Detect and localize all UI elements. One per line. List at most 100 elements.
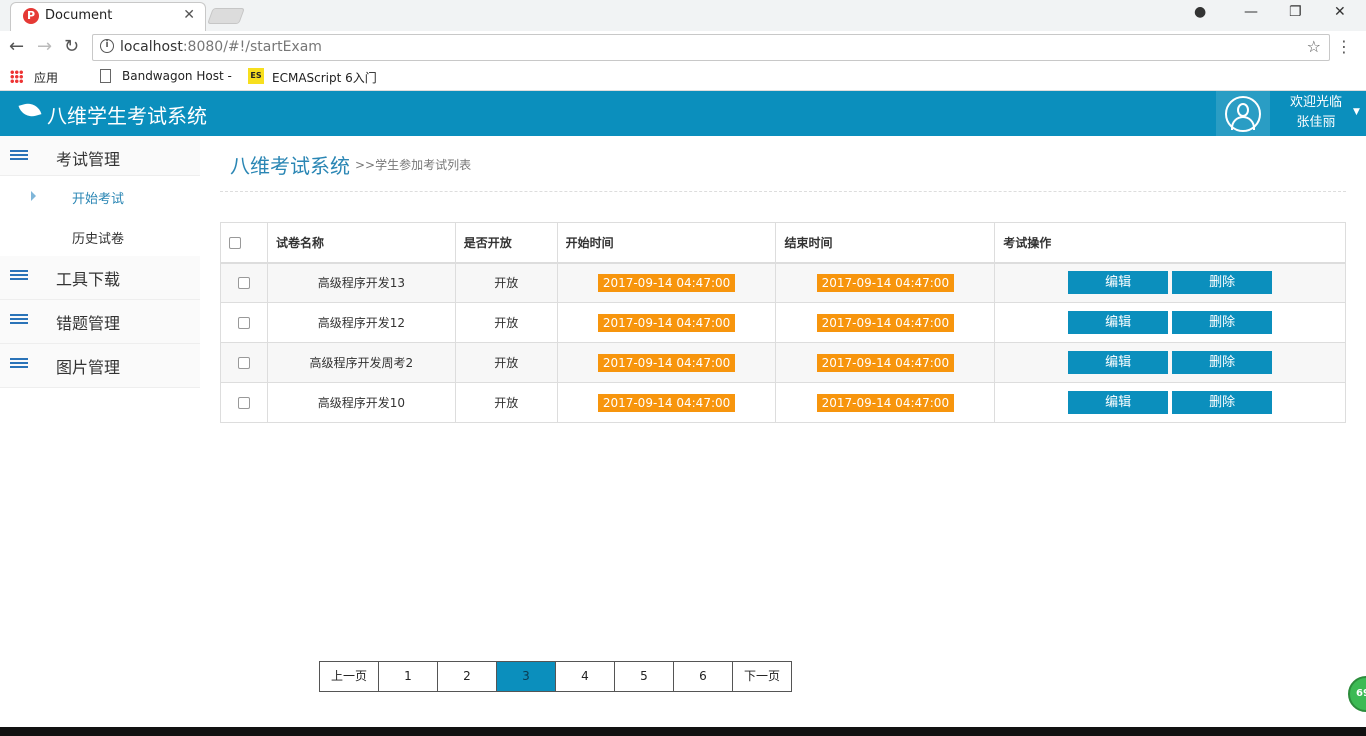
start-time-badge: 2017-09-14 04:47:00 [597, 393, 736, 412]
page-button-4[interactable]: 4 [555, 661, 615, 692]
active-arrow-icon [31, 191, 36, 201]
floating-badge[interactable]: 69 [1348, 676, 1366, 712]
page-button-6[interactable]: 6 [673, 661, 733, 692]
delete-button[interactable]: 删除 [1172, 271, 1273, 295]
address-bar[interactable]: i localhost:8080/#!/startExam ☆ [92, 34, 1330, 61]
open-status: 开放 [454, 382, 558, 423]
browser-toolbar: ← → ↻ i localhost:8080/#!/startExam ☆ ⋮ [0, 31, 1366, 63]
table-row: 高级程序开发13 开放 2017-09-14 04:47:00 2017-09-… [220, 262, 1346, 303]
end-time-badge: 2017-09-14 04:47:00 [816, 393, 955, 412]
prev-page-button[interactable]: 上一页 [319, 661, 379, 692]
delete-button[interactable]: 删除 [1172, 351, 1273, 374]
avatar-body [1231, 116, 1255, 130]
sidebar-item-tools[interactable]: 工具下载 [0, 256, 200, 300]
end-time-cell: 2017-09-14 04:47:00 [775, 262, 996, 303]
table-row: 高级程序开发10 开放 2017-09-14 04:47:00 2017-09-… [220, 382, 1346, 423]
row-checkbox[interactable] [237, 357, 250, 369]
pagination: 上一页 1 2 3 4 5 6 下一页 [319, 661, 792, 692]
page-button-3[interactable]: 3 [496, 661, 556, 692]
app-title: 八维学生考试系统 [47, 104, 207, 128]
list-icon [10, 314, 28, 326]
open-status: 开放 [454, 302, 558, 343]
forward-arrow-icon[interactable]: → [37, 36, 52, 57]
column-header: 考试操作 [994, 222, 1346, 264]
avatar[interactable] [1216, 91, 1270, 136]
address-url[interactable]: localhost:8080/#!/startExam [120, 39, 322, 55]
page-button-1[interactable]: 1 [378, 661, 438, 692]
sidebar-item-label: 工具下载 [56, 270, 121, 289]
tab-title: Document [45, 8, 113, 23]
select-all-checkbox[interactable] [229, 236, 241, 249]
page-button-2[interactable]: 2 [437, 661, 497, 692]
edit-button[interactable]: 编辑 [1068, 351, 1169, 374]
page-title: 八维考试系统 [230, 154, 350, 178]
sidebar-subitem-label: 历史试卷 [72, 232, 125, 247]
table-row: 高级程序开发12 开放 2017-09-14 04:47:00 2017-09-… [220, 302, 1346, 343]
divider [220, 191, 1346, 192]
row-checkbox[interactable] [237, 317, 250, 329]
bookmark-apps[interactable]: 应用 [34, 69, 58, 86]
next-page-button[interactable]: 下一页 [732, 661, 792, 692]
start-time-cell: 2017-09-14 04:47:00 [556, 382, 777, 423]
bookmark-bandwagon[interactable]: Bandwagon Host - [122, 69, 232, 83]
new-tab-button[interactable] [207, 8, 245, 24]
profile-icon[interactable]: ● [1194, 4, 1206, 20]
delete-button[interactable]: 删除 [1172, 391, 1273, 414]
sidebar-item-images[interactable]: 图片管理 [0, 344, 200, 388]
site-info-icon[interactable]: i [100, 39, 114, 53]
sidebar-item-label: 错题管理 [56, 314, 121, 333]
minimize-icon[interactable]: — [1244, 4, 1258, 20]
exam-name-link[interactable]: 高级程序开发12 [266, 302, 456, 343]
back-arrow-icon[interactable]: ← [9, 36, 24, 57]
window-close-icon[interactable]: ✕ [1334, 4, 1346, 20]
row-checkbox[interactable] [237, 397, 250, 409]
exam-name-link[interactable]: 高级程序开发13 [266, 262, 456, 303]
column-header: 结束时间 [775, 222, 996, 264]
caret-down-icon[interactable]: ▼ [1353, 107, 1360, 117]
end-time-cell: 2017-09-14 04:47:00 [775, 382, 996, 423]
restore-icon[interactable]: ❐ [1289, 4, 1302, 20]
tab-close-icon[interactable]: ✕ [183, 7, 195, 23]
sidebar-subitem-start-exam[interactable]: 开始考试 [0, 176, 200, 216]
start-time-cell: 2017-09-14 04:47:00 [556, 342, 777, 383]
user-greeting[interactable]: 欢迎光临 张佳丽 [1280, 93, 1352, 133]
edit-button[interactable]: 编辑 [1068, 271, 1169, 295]
column-header: 开始时间 [556, 222, 777, 264]
edit-button[interactable]: 编辑 [1068, 391, 1169, 414]
sidebar-item-label: 图片管理 [56, 358, 121, 377]
sidebar-item-mistakes[interactable]: 错题管理 [0, 300, 200, 344]
sidebar-item-exam-management[interactable]: 考试管理 [0, 136, 200, 176]
url-host: localhost [120, 39, 183, 55]
row-checkbox[interactable] [237, 277, 250, 290]
end-time-badge: 2017-09-14 04:47:00 [816, 313, 955, 332]
start-time-cell: 2017-09-14 04:47:00 [556, 302, 777, 343]
avatar-head [1237, 103, 1249, 117]
column-header: 试卷名称 [266, 222, 456, 264]
delete-button[interactable]: 删除 [1172, 311, 1273, 334]
ops-cell: 编辑 删除 [994, 342, 1346, 383]
exam-name-link[interactable]: 高级程序开发10 [266, 382, 456, 423]
start-time-badge: 2017-09-14 04:47:00 [597, 353, 736, 372]
ops-cell: 编辑 删除 [994, 302, 1346, 343]
column-header: 是否开放 [454, 222, 558, 264]
row-select-cell [220, 262, 268, 303]
list-icon [10, 270, 28, 282]
bookmark-star-icon[interactable]: ☆ [1307, 37, 1321, 56]
bookmark-ecmascript[interactable]: ECMAScript 6入门 [272, 69, 377, 86]
start-time-badge: 2017-09-14 04:47:00 [597, 313, 736, 332]
end-time-cell: 2017-09-14 04:47:00 [775, 342, 996, 383]
apps-grid-icon[interactable] [10, 70, 23, 83]
tab-favicon-icon: P [23, 8, 39, 24]
reload-icon[interactable]: ↻ [64, 36, 79, 57]
bookmarks-bar: 应用 Bandwagon Host - ES ECMAScript 6入门 [0, 63, 1366, 91]
breadcrumb: >>学生参加考试列表 [355, 158, 472, 172]
browser-menu-icon[interactable]: ⋮ [1336, 37, 1352, 56]
open-status: 开放 [454, 342, 558, 383]
edit-button[interactable]: 编辑 [1068, 311, 1169, 334]
leaf-logo-icon [18, 100, 42, 120]
page-button-5[interactable]: 5 [614, 661, 674, 692]
browser-tab[interactable]: P Document ✕ [10, 2, 206, 31]
exam-name-link[interactable]: 高级程序开发周考2 [266, 342, 456, 383]
table-row: 高级程序开发周考2 开放 2017-09-14 04:47:00 2017-09… [220, 342, 1346, 383]
sidebar-subitem-history[interactable]: 历史试卷 [0, 216, 200, 256]
